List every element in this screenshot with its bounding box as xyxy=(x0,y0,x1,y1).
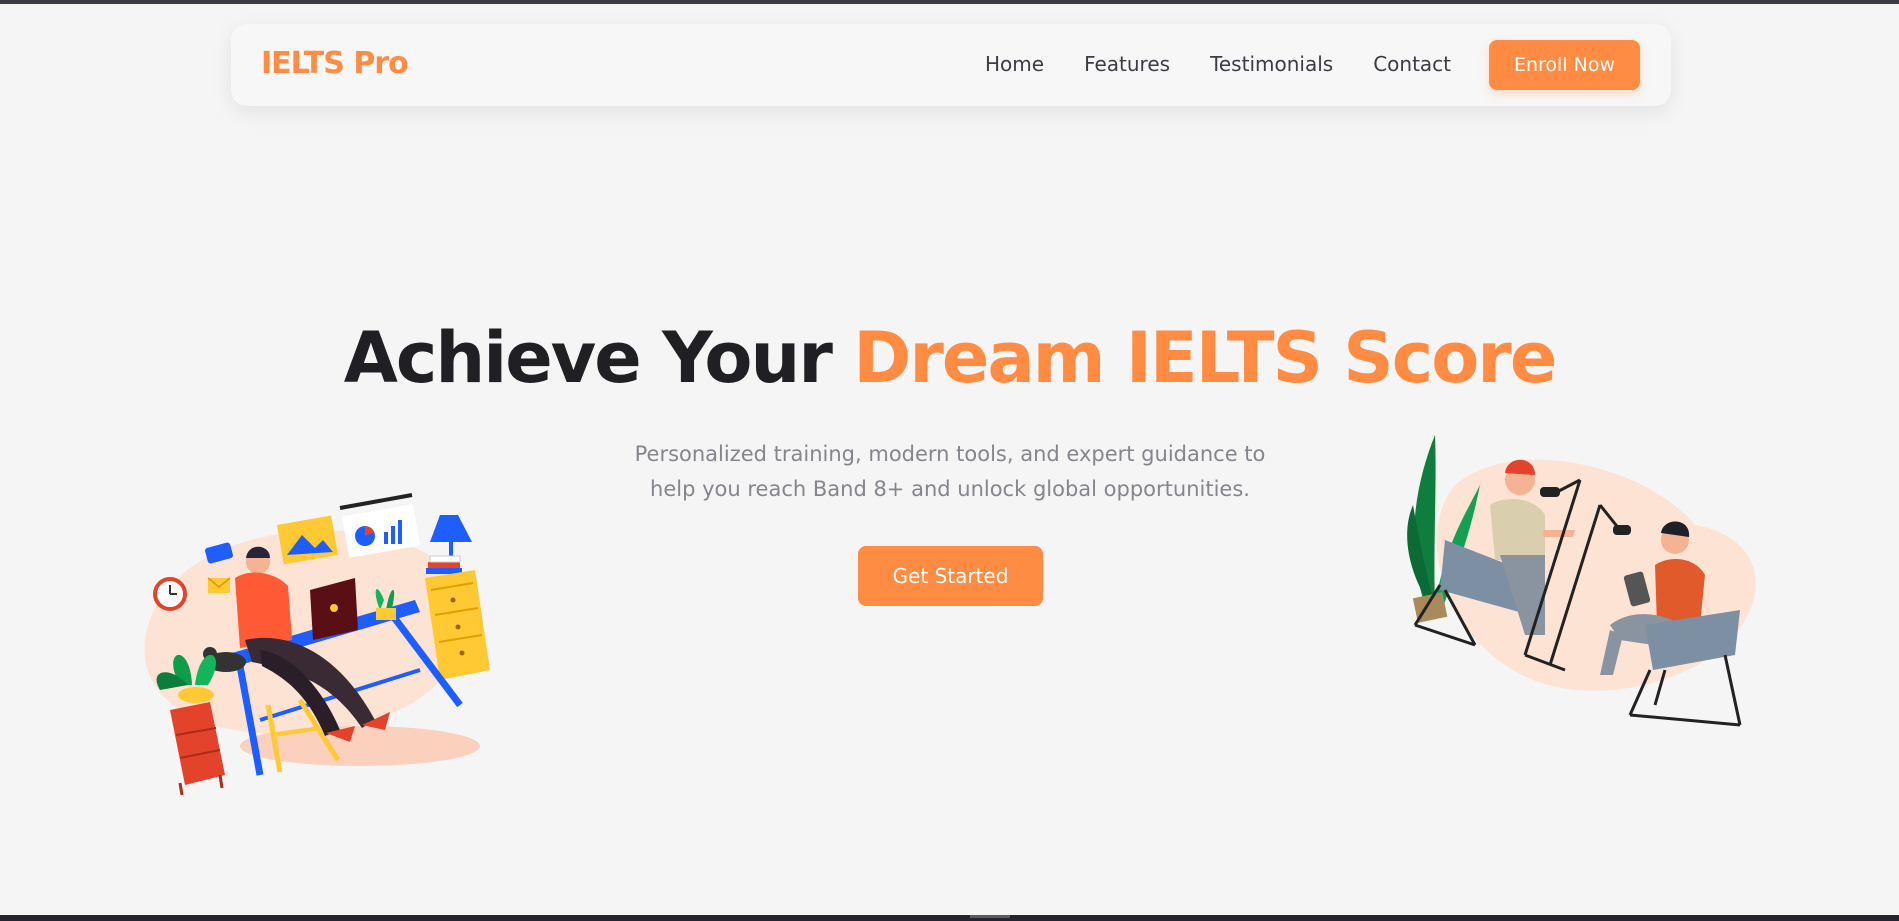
books-icon xyxy=(426,555,462,574)
nav-links: Home Features Testimonials Contact xyxy=(985,52,1491,76)
window-bottom-strip xyxy=(0,915,1899,921)
window-top-strip xyxy=(0,0,1899,4)
hero-subtitle-line-2: help you reach Band 8+ and unlock global… xyxy=(650,477,1250,501)
navbar: IELTS Pro Home Features Testimonials Con… xyxy=(231,24,1671,106)
nav-link-home[interactable]: Home xyxy=(985,52,1044,76)
scroll-indicator xyxy=(970,915,1010,918)
hero-title-plain: Achieve Your xyxy=(343,317,854,399)
nav-link-features[interactable]: Features xyxy=(1084,52,1170,76)
nav-link-contact[interactable]: Contact xyxy=(1373,52,1451,76)
hero-title: Achieve Your Dream IELTS Score xyxy=(0,313,1899,403)
hero-subtitle: Personalized training, modern tools, and… xyxy=(620,437,1280,507)
enroll-now-button[interactable]: Enroll Now xyxy=(1489,40,1640,90)
podcast-interview-illustration xyxy=(1407,435,1756,727)
site-logo[interactable]: IELTS Pro xyxy=(261,46,409,81)
hero-title-accent: Dream IELTS Score xyxy=(853,317,1557,399)
person-working-at-desk-illustration xyxy=(144,493,490,796)
nav-link-testimonials[interactable]: Testimonials xyxy=(1210,52,1333,76)
clock-icon xyxy=(153,577,187,611)
get-started-button[interactable]: Get Started xyxy=(858,546,1043,606)
hero-subtitle-line-1: Personalized training, modern tools, and… xyxy=(634,442,1266,466)
